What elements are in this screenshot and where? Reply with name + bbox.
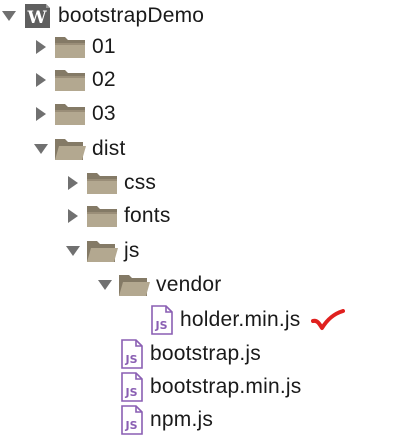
tree-row-file-bootstrap-js[interactable]: JS bootstrap.js	[0, 339, 416, 369]
tree-row-folder-vendor[interactable]: vendor	[0, 270, 416, 300]
tree-row-folder-fonts[interactable]: fonts	[0, 201, 416, 231]
tree-item-label: js	[124, 239, 140, 262]
js-file-icon: JS	[120, 372, 144, 402]
chevron-down-icon[interactable]	[64, 236, 82, 266]
folder-open-icon	[86, 238, 118, 264]
tree-row-bootstrapDemo[interactable]: W bootstrapDemo	[0, 1, 416, 31]
tree-row-folder-css[interactable]: css	[0, 168, 416, 198]
red-checkmark-icon	[310, 309, 345, 331]
svg-text:JS: JS	[124, 419, 137, 432]
js-file-icon: JS	[120, 405, 144, 435]
chevron-down-icon[interactable]	[32, 134, 50, 164]
project-tree: W bootstrapDemo 01 02 03 dist css fonts …	[0, 0, 416, 438]
chevron-down-icon[interactable]	[0, 1, 18, 31]
folder-icon	[54, 67, 86, 93]
tree-item-label: npm.js	[150, 408, 214, 431]
svg-text:JS: JS	[124, 353, 137, 366]
tree-item-label: bootstrap.min.js	[150, 375, 302, 398]
chevron-right-icon[interactable]	[64, 168, 82, 198]
tree-item-label: holder.min.js	[180, 308, 301, 331]
folder-icon	[86, 203, 118, 229]
folder-open-icon	[54, 136, 86, 162]
tree-row-folder-01[interactable]: 01	[0, 32, 416, 62]
tree-row-file-holder-min-js[interactable]: JS holder.min.js	[0, 305, 416, 335]
tree-item-label: 02	[92, 68, 116, 91]
tree-item-label: vendor	[156, 273, 222, 296]
svg-text:W: W	[26, 8, 47, 28]
chevron-right-icon[interactable]	[32, 65, 50, 95]
tree-item-label: bootstrap.js	[150, 342, 261, 365]
chevron-right-icon[interactable]	[32, 99, 50, 129]
tree-row-folder-js[interactable]: js	[0, 236, 416, 266]
folder-icon	[86, 170, 118, 196]
tree-item-label: 01	[92, 35, 116, 58]
chevron-right-icon[interactable]	[32, 32, 50, 62]
chevron-down-icon[interactable]	[96, 270, 114, 300]
tree-item-label: bootstrapDemo	[58, 4, 205, 27]
folder-icon	[54, 101, 86, 127]
js-file-icon: JS	[150, 305, 174, 335]
tree-item-label: css	[124, 171, 157, 194]
svg-text:JS: JS	[124, 386, 137, 399]
tree-row-folder-02[interactable]: 02	[0, 65, 416, 95]
svg-text:JS: JS	[154, 319, 167, 332]
tree-item-label: fonts	[124, 204, 171, 227]
tree-row-file-npm-js[interactable]: JS npm.js	[0, 405, 416, 435]
tree-item-label: 03	[92, 102, 116, 125]
project-w-icon: W	[22, 2, 52, 30]
chevron-right-icon[interactable]	[64, 201, 82, 231]
folder-icon	[54, 34, 86, 60]
tree-row-file-bootstrap-min-js[interactable]: JS bootstrap.min.js	[0, 372, 416, 402]
folder-open-icon	[118, 272, 150, 298]
tree-item-label: dist	[92, 137, 126, 160]
tree-row-folder-03[interactable]: 03	[0, 99, 416, 129]
tree-row-folder-dist[interactable]: dist	[0, 134, 416, 164]
js-file-icon: JS	[120, 339, 144, 369]
